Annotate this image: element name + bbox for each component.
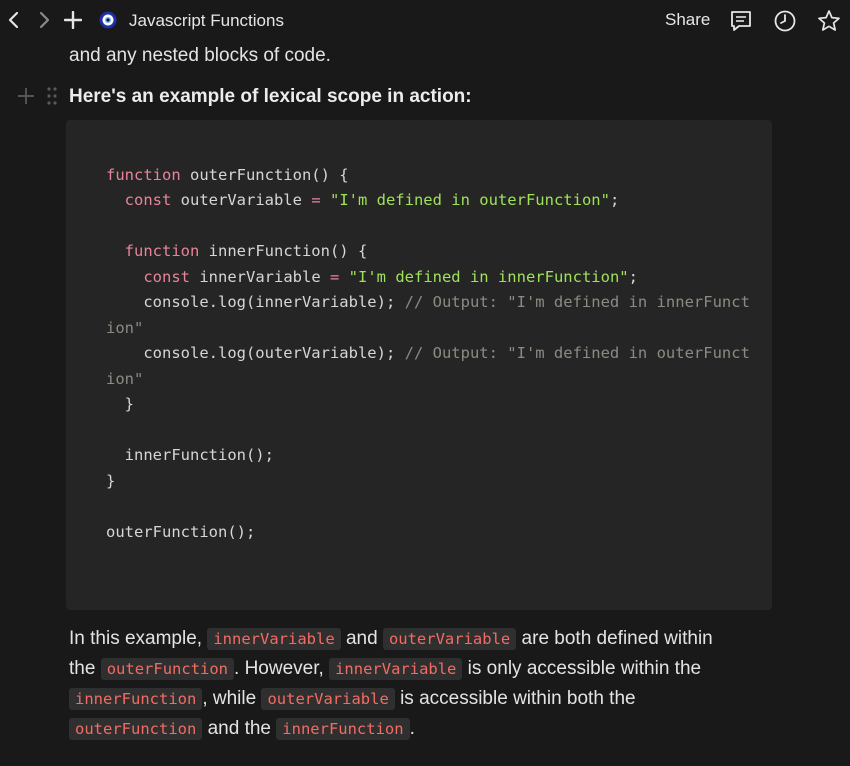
paragraph-text: , while	[202, 688, 262, 709]
code-line: }	[106, 395, 134, 413]
paragraph-text: .	[409, 718, 415, 739]
chevron-right-icon	[39, 11, 50, 29]
forward-button[interactable]	[33, 8, 55, 32]
history-button[interactable]	[772, 8, 798, 34]
code-line: }	[106, 472, 116, 490]
block-handle	[16, 86, 58, 106]
code-line: outerFunction();	[106, 523, 256, 541]
favorite-button[interactable]	[816, 8, 842, 34]
paragraph-line: innerFunction, while outerVariable is ac…	[69, 684, 789, 714]
paragraph-text: In this example,	[69, 628, 208, 649]
code-comment: ion"	[106, 370, 144, 388]
code-line: console.log(outerVariable); // Output: "…	[106, 343, 750, 363]
section-heading[interactable]: Here's an example of lexical scope in ac…	[69, 85, 472, 109]
code-keyword: const	[106, 268, 190, 286]
drag-handle-icon[interactable]	[46, 86, 58, 106]
inline-code: outerFunction	[100, 658, 235, 680]
inline-code: innerFunction	[276, 718, 410, 740]
code-line: function innerFunction() {	[106, 241, 368, 261]
code-line: innerFunction();	[106, 446, 274, 464]
paragraph-line: the outerFunction. However, innerVariabl…	[69, 654, 789, 684]
chevron-left-icon	[8, 11, 19, 29]
paragraph-text: the	[69, 658, 101, 679]
text-block[interactable]: and any nested blocks of code.	[69, 44, 331, 68]
code-text: ;	[609, 191, 620, 209]
code-text: console.log(innerVariable);	[106, 293, 405, 311]
code-line: ion"	[106, 318, 143, 338]
code-keyword: function	[106, 166, 181, 184]
star-icon	[818, 10, 840, 31]
code-comment: // Output: "I'm defined in innerFunct	[404, 293, 750, 311]
code-line: const innerVariable = "I'm defined in in…	[106, 267, 638, 287]
paragraph-text: and	[340, 628, 383, 649]
code-line: ion"	[106, 369, 143, 389]
code-text: outerFunction() {	[180, 166, 349, 184]
code-text: outerVariable	[171, 191, 312, 209]
plus-icon[interactable]	[16, 86, 36, 106]
code-line: console.log(innerVariable); // Output: "…	[106, 292, 750, 312]
explanation-paragraph[interactable]: In this example, innerVariable and outer…	[69, 624, 789, 744]
back-button[interactable]	[3, 8, 25, 32]
code-keyword: function	[106, 242, 200, 260]
code-line: function outerFunction() {	[106, 165, 349, 185]
inline-code: innerVariable	[207, 628, 341, 650]
code-comment: // Output: "I'm defined in outerFunct	[404, 344, 750, 362]
code-keyword: const	[106, 191, 172, 209]
paragraph-text: . However,	[234, 658, 330, 679]
inline-code: outerFunction	[69, 718, 203, 740]
code-operator: =	[329, 268, 340, 286]
code-text: ;	[628, 268, 638, 286]
code-text: console.log(outerVariable);	[106, 344, 405, 362]
code-text: innerFunction() {	[199, 242, 368, 260]
paragraph-line: outerFunction and the innerFunction.	[69, 714, 789, 744]
paragraph-text: and the	[202, 718, 277, 739]
code-string: "I'm defined in outerFunction"	[320, 191, 610, 209]
code-comment: ion"	[106, 319, 144, 337]
code-text: innerVariable	[190, 268, 330, 286]
code-block[interactable]: function outerFunction() { const outerVa…	[66, 120, 772, 610]
paragraph-text: is accessible within both the	[394, 688, 636, 709]
paragraph-text: is only accessible within the	[462, 658, 702, 679]
paragraph-text: are both defined within	[516, 628, 713, 649]
comments-button[interactable]	[728, 8, 754, 34]
page-emoji-icon	[99, 11, 117, 29]
clock-icon	[774, 10, 796, 32]
inline-code: innerVariable	[329, 658, 463, 680]
paragraph-line: In this example, innerVariable and outer…	[69, 624, 789, 654]
code-operator: =	[311, 191, 321, 209]
share-button[interactable]: Share	[665, 9, 710, 31]
code-string: "I'm defined in innerFunction"	[339, 268, 629, 286]
inline-code: outerVariable	[382, 628, 517, 650]
comment-icon	[731, 11, 751, 31]
page-title[interactable]: Javascript Functions	[129, 10, 284, 32]
plus-icon	[64, 11, 82, 29]
top-bar: Javascript Functions Share	[0, 0, 850, 42]
inline-code: innerFunction	[69, 688, 203, 710]
inline-code: outerVariable	[261, 688, 395, 710]
new-page-button[interactable]	[62, 8, 84, 32]
code-line: const outerVariable = "I'm defined in ou…	[106, 190, 620, 210]
